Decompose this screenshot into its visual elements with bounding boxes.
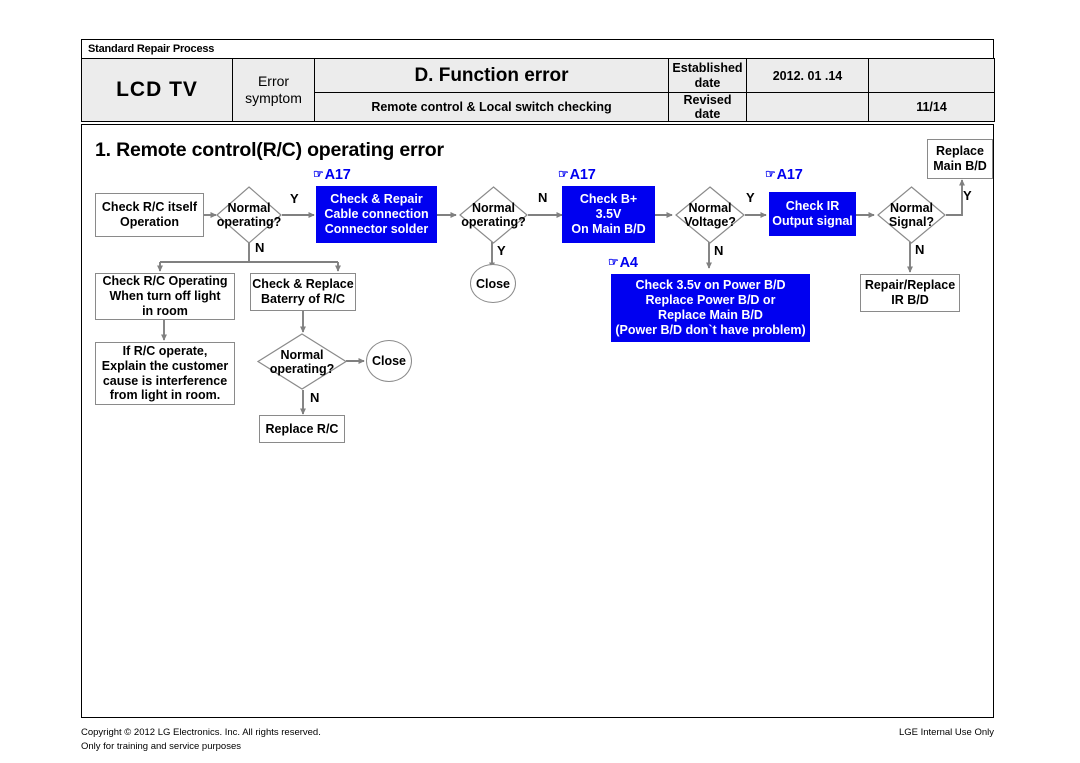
node-replace-rc[interactable]: Replace R/C [259,415,345,443]
error-symptom-line2: symptom [245,90,302,106]
pointing-hand-icon: ☞ [313,167,324,181]
node-close-2[interactable]: Close [366,340,412,382]
node-normal-voltage[interactable]: Normal Voltage? [675,186,745,244]
branch-label-n5: N [310,390,320,405]
branch-label-y1: Y [290,191,299,206]
error-symptom-line1: Error [257,72,290,89]
node-check-replace-battery-label: Check & Replace Baterry of R/C [252,277,354,306]
footer-internal-use: LGE Internal Use Only [898,727,994,738]
node-check-replace-battery[interactable]: Check & Replace Baterry of R/C [250,273,356,311]
branch-label-n4: N [915,242,925,257]
tag-a4-label: A4 [619,255,638,271]
pointing-hand-icon-3: ☞ [608,255,619,269]
pointing-hand-icon-4: ☞ [765,167,776,181]
tag-a4: ☞A4 [608,255,638,271]
banner-label: Standard Repair Process [88,43,215,55]
tag-a17-2-label: A17 [569,167,596,183]
node-normal-operating-2[interactable]: Normal operating? [459,186,528,244]
document-header: Standard Repair Process LCD TV Error sym… [81,39,995,122]
node-close-1[interactable]: Close [470,264,516,303]
node-if-rc-operate[interactable]: If R/C operate, Explain the customer cause… [95,342,235,405]
tag-a17-3-label: A17 [776,167,803,183]
page-title: 1. Remote control(R/C) operating error [95,139,444,161]
product-cell: LCD TV [81,58,233,122]
tag-a17-2: ☞A17 [558,167,596,183]
node-replace-main-bd-label: Replace Main B/D [933,144,987,173]
branch-label-n3: N [714,243,724,258]
node-replace-rc-label: Replace R/C [265,421,339,436]
established-date-label: Established date [668,58,747,93]
error-symptom-label: Error symptom [232,58,315,122]
footer-copyright: Copyright © 2012 LG Electronics. Inc. Al… [81,727,321,738]
node-if-rc-operate-label: If R/C operate, Explain the customer cause… [101,344,229,403]
node-check-35v-power-label: Check 3.5v on Power B/D Replace Power B/D… [615,277,806,338]
branch-label-y2: Y [497,243,506,258]
node-repair-replace-ir[interactable]: Repair/Replace IR B/D [860,274,960,312]
node-replace-main-bd[interactable]: Replace Main B/D [927,139,993,179]
service-manual-page: Standard Repair Process LCD TV Error sym… [0,0,1080,763]
node-check-35v-power[interactable]: Check 3.5v on Power B/D Replace Power B/D… [611,274,810,342]
node-repair-replace-ir-label: Repair/Replace IR B/D [864,278,956,307]
branch-label-n2: N [538,190,548,205]
established-label-line2: date [694,75,721,90]
node-check-rc-itself[interactable]: Check R/C itself Operation [95,193,204,237]
footer-purpose: Only for training and service purposes [81,741,241,753]
node-check-ir-output-label: Check IR Output signal [772,198,853,228]
tag-a17-3: ☞A17 [765,167,803,183]
established-date-extra [868,58,995,93]
footer-left: Copyright © 2012 LG Electronics. Inc. Al… [81,726,321,755]
tag-a17-1-label: A17 [324,167,351,183]
established-label-line1: Established [672,61,743,76]
node-check-rc-operating-light[interactable]: Check R/C Operating When turn off light in… [95,273,235,320]
node-normal-operating-1[interactable]: Normal operating? [216,186,282,244]
standard-repair-process-banner: Standard Repair Process [81,39,994,58]
branch-label-n1: N [255,240,265,255]
node-close-1-label: Close [475,276,511,291]
page-number: 11/14 [868,92,995,122]
branch-label-y3: Y [746,190,755,205]
node-check-rc-operating-light-label: Check R/C Operating When turn off light in… [102,274,228,318]
node-check-repair-cable-label: Check & Repair Cable connection Connector … [324,191,429,237]
pointing-hand-icon-2: ☞ [558,167,569,181]
header-table: LCD TV Error symptom D. Function error E… [81,58,995,122]
function-error-title: D. Function error [314,58,669,93]
revised-date-label: Revised date [668,92,747,122]
revised-date-value [746,92,869,122]
branch-label-y4: Y [963,188,972,203]
node-check-repair-cable[interactable]: Check & Repair Cable connection Connector … [316,186,437,243]
checking-subtitle: Remote control & Local switch checking [314,92,669,122]
node-close-2-label: Close [371,354,407,368]
tag-a17-1: ☞A17 [313,167,351,183]
node-normal-signal[interactable]: Normal Signal? [877,186,946,244]
node-check-ir-output[interactable]: Check IR Output signal [769,192,856,236]
node-check-b-plus-label: Check B+ 3.5V On Main B/D [571,191,646,237]
node-check-rc-itself-label: Check R/C itself Operation [101,200,198,229]
established-date-value: 2012. 01 .14 [746,58,869,93]
node-check-b-plus[interactable]: Check B+ 3.5V On Main B/D [562,186,655,243]
node-normal-operating-3[interactable]: Normal operating? [256,333,348,390]
